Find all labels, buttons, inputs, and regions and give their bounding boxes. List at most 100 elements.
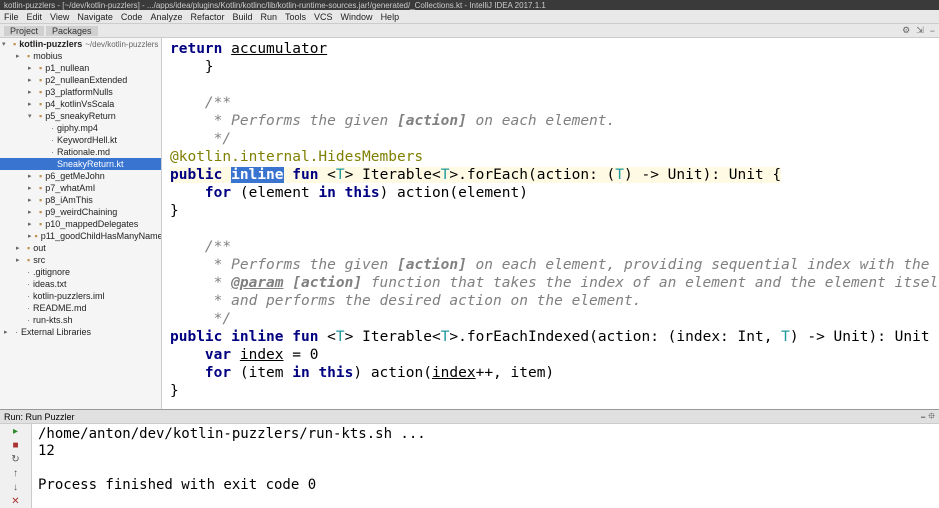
tree-item[interactable]: ▸·External Libraries [0, 326, 161, 338]
file-icon: · [27, 279, 30, 289]
tree-item-label: p5_sneakyReturn [45, 111, 116, 121]
tree-item[interactable]: ▾▪p5_sneakyReturn [0, 110, 161, 122]
tree-item-label: p7_whatAmI [45, 183, 95, 193]
expand-arrow-icon[interactable]: ▸ [28, 208, 36, 216]
tree-item[interactable]: ▸▪p11_goodChildHasManyNames [0, 230, 161, 242]
tree-item-label: External Libraries [21, 327, 91, 337]
expand-arrow-icon[interactable]: ▸ [16, 244, 24, 252]
folder-icon: ▪ [39, 207, 42, 217]
tree-item-label: p10_mappedDelegates [45, 219, 138, 229]
tree-item[interactable]: ▸▪mobius [0, 50, 161, 62]
tree-item-label: run-kts.sh [33, 315, 73, 325]
tree-item[interactable]: ·README.md [0, 302, 161, 314]
up-icon[interactable]: ↑ [10, 468, 22, 480]
tree-item-label: p9_weirdChaining [45, 207, 117, 217]
rerun-icon[interactable]: ▸ [10, 426, 22, 438]
folder-icon: ▪ [39, 99, 42, 109]
expand-arrow-icon[interactable]: ▸ [28, 172, 36, 180]
expand-arrow-icon[interactable]: ▸ [28, 64, 36, 72]
tree-item-label: ideas.txt [33, 279, 67, 289]
tree-item[interactable]: ▸▪p8_iAmThis [0, 194, 161, 206]
menu-help[interactable]: Help [381, 12, 400, 22]
tree-item[interactable]: ▸▪p1_nullean [0, 62, 161, 74]
expand-arrow-icon[interactable]: ▸ [28, 232, 32, 240]
tree-item[interactable]: ▸▪p10_mappedDelegates [0, 218, 161, 230]
menu-window[interactable]: Window [341, 12, 373, 22]
expand-arrow-icon[interactable]: ▸ [28, 76, 36, 84]
file-icon: · [51, 147, 54, 157]
tree-item-label: out [33, 243, 46, 253]
gear-icon[interactable]: ⚙ [902, 25, 910, 36]
file-icon: · [27, 303, 30, 313]
tree-item[interactable]: ▸▪p7_whatAmI [0, 182, 161, 194]
down-icon[interactable]: ↓ [10, 482, 22, 494]
tree-item[interactable]: ▸▪src [0, 254, 161, 266]
menu-refactor[interactable]: Refactor [190, 12, 224, 22]
expand-arrow-icon[interactable]: ▸ [16, 256, 24, 264]
expand-arrow-icon[interactable]: ▾ [2, 40, 10, 48]
delete-icon[interactable]: ✕ [10, 496, 22, 508]
run-config-name[interactable]: Run Puzzler [26, 412, 75, 422]
tree-item[interactable]: ▸▪p3_platformNulls [0, 86, 161, 98]
file-icon: · [27, 267, 30, 277]
tree-item[interactable]: ·KeywordHell.kt [0, 134, 161, 146]
close-icon[interactable]: ⯐ [926, 409, 935, 425]
folder-icon: ▪ [39, 219, 42, 229]
menu-tools[interactable]: Tools [285, 12, 306, 22]
tree-item[interactable]: ▸▪p2_nulleanExtended [0, 74, 161, 86]
menu-edit[interactable]: Edit [27, 12, 43, 22]
tree-item[interactable]: ▸▪out [0, 242, 161, 254]
tree-item-label: p8_iAmThis [45, 195, 93, 205]
expand-arrow-icon[interactable]: ▸ [28, 88, 36, 96]
project-tab[interactable]: Project [4, 26, 44, 36]
expand-arrow-icon[interactable]: ▸ [28, 196, 36, 204]
folder-icon: ▪ [13, 39, 16, 49]
tree-item[interactable]: ·run-kts.sh [0, 314, 161, 326]
tree-item-label: p11_goodChildHasManyNames [41, 231, 162, 241]
folder-icon: ▪ [39, 171, 42, 181]
expand-arrow-icon[interactable]: ▸ [4, 328, 12, 336]
expand-arrow-icon[interactable]: ▾ [28, 112, 36, 120]
menu-file[interactable]: File [4, 12, 19, 22]
folder-icon: ▪ [27, 51, 30, 61]
tree-item[interactable]: ▸▪p6_getMeJohn [0, 170, 161, 182]
run-toolbar: ▸ ■ ↻ ↑ ↓ ✕ [0, 424, 32, 508]
folder-icon: ▪ [27, 255, 30, 265]
menu-analyze[interactable]: Analyze [150, 12, 182, 22]
hide-icon[interactable]: − [930, 26, 935, 36]
tree-item-label: KeywordHell.kt [57, 135, 117, 145]
tree-item[interactable]: ·ideas.txt [0, 278, 161, 290]
menu-code[interactable]: Code [121, 12, 143, 22]
restart-icon[interactable]: ↻ [10, 454, 22, 466]
tree-item[interactable]: ·SneakyReturn.kt [0, 158, 161, 170]
file-icon: · [27, 291, 30, 301]
folder-icon: ▪ [39, 87, 42, 97]
expand-arrow-icon[interactable]: ▸ [28, 100, 36, 108]
tree-item[interactable]: ·giphy.mp4 [0, 122, 161, 134]
expand-arrow-icon[interactable]: ▸ [28, 220, 36, 228]
expand-arrow-icon[interactable]: ▸ [16, 52, 24, 60]
tree-root[interactable]: ▾ ▪ kotlin-puzzlers ~/dev/kotlin-puzzler… [0, 38, 161, 50]
tree-item[interactable]: ▸▪p9_weirdChaining [0, 206, 161, 218]
stop-icon[interactable]: ■ [10, 440, 22, 452]
project-tree[interactable]: ▾ ▪ kotlin-puzzlers ~/dev/kotlin-puzzler… [0, 38, 162, 409]
expand-arrow-icon[interactable]: ▸ [28, 184, 36, 192]
collapse-icon[interactable]: ⇲ [916, 25, 924, 36]
tree-item[interactable]: ·Rationale.md [0, 146, 161, 158]
run-console-output[interactable]: /home/anton/dev/kotlin-puzzlers/run-kts.… [32, 424, 939, 508]
menu-vcs[interactable]: VCS [314, 12, 333, 22]
menu-build[interactable]: Build [232, 12, 252, 22]
folder-icon: ▪ [39, 195, 42, 205]
tree-item-label: p2_nulleanExtended [45, 75, 127, 85]
menu-view[interactable]: View [50, 12, 69, 22]
file-icon: · [51, 123, 54, 133]
folder-icon: ▪ [35, 231, 38, 241]
menu-run[interactable]: Run [261, 12, 278, 22]
code-editor[interactable]: return accumulator } /** * Performs the … [162, 38, 939, 409]
menu-navigate[interactable]: Navigate [77, 12, 113, 22]
tree-item[interactable]: ▸▪p4_kotlinVsScala [0, 98, 161, 110]
tree-item[interactable]: ·.gitignore [0, 266, 161, 278]
packages-tab[interactable]: Packages [46, 26, 98, 36]
tree-item[interactable]: ·kotlin-puzzlers.iml [0, 290, 161, 302]
tree-item-label: p4_kotlinVsScala [45, 99, 114, 109]
